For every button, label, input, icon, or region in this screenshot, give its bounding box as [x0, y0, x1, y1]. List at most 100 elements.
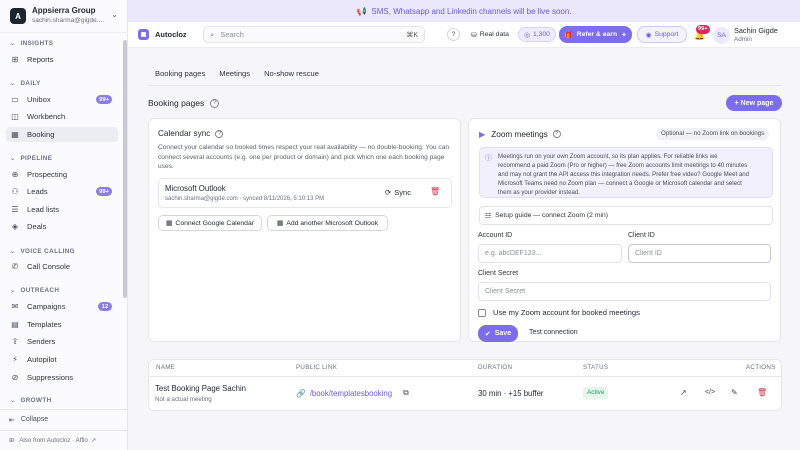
link-icon: 🔗: [296, 389, 306, 398]
row-duration: 30 min · +15 buffer: [478, 389, 544, 398]
chevron-down-icon: ⌄: [10, 41, 16, 47]
calendar-sync-card: Calendar sync ? Connect your calendar so…: [148, 118, 461, 342]
delete-icon[interactable]: 🗑: [430, 187, 440, 196]
info-icon[interactable]: ?: [215, 129, 224, 138]
column-header-name: NAME: [156, 364, 176, 371]
calendar-icon: ▦: [276, 220, 284, 227]
leads-badge: 99+: [96, 187, 112, 196]
sync-button[interactable]: ⟳ Sync: [385, 188, 411, 197]
chart-icon: ⊞: [11, 55, 19, 64]
client-id-label: Client ID: [628, 232, 655, 239]
check-circle-icon: ✔: [484, 330, 491, 338]
credits-pill[interactable]: ◎ 1,300: [518, 27, 556, 42]
section-pipeline[interactable]: ⌄ PIPELINE: [10, 155, 52, 162]
sidebar-item-deals[interactable]: ◈ Deals: [6, 219, 118, 234]
sidebar-item-label: Unibox: [27, 95, 51, 104]
sidebar-item-autopilot[interactable]: ⚡ Autopilot: [6, 352, 118, 367]
phone-icon: ✆: [11, 262, 19, 271]
open-external-icon[interactable]: ↗: [680, 388, 687, 397]
also-from-link[interactable]: ⊞ Also from Autocloz · Affio ↗: [0, 430, 128, 450]
use-zoom-checkbox-row[interactable]: Use my Zoom account for booked meetings: [478, 308, 640, 317]
workbench-icon: ◫: [11, 112, 19, 121]
search-input[interactable]: ⌕ Search ⌘K: [203, 26, 425, 43]
add-outlook-button[interactable]: ▦ Add another Microsoft Outlook: [267, 215, 388, 231]
sidebar-item-leads[interactable]: ⚇ Leads 99+: [6, 184, 118, 199]
workspace-switcher[interactable]: A Appsierra Group sachin.sharma@gigde...…: [6, 4, 122, 28]
calendar-sync-header: Calendar sync ?: [158, 129, 224, 138]
row-public-link[interactable]: 🔗/book/templatesbooking: [296, 389, 392, 398]
inbox-icon: ▭: [11, 95, 19, 104]
brand-name: Autocloz: [155, 30, 187, 39]
chevron-down-icon: ⌄: [10, 249, 16, 255]
prospecting-icon: ⊕: [11, 170, 19, 179]
section-growth[interactable]: ⌄ GROWTH: [10, 397, 52, 404]
autopilot-icon: ⚡: [12, 355, 18, 364]
test-connection-button[interactable]: Test connection: [529, 329, 578, 336]
tab-meetings[interactable]: Meetings: [212, 64, 257, 86]
section-voice-calling[interactable]: ⌄ VOICE CALLING: [10, 248, 75, 255]
section-daily[interactable]: ⌄ DAILY: [10, 80, 41, 87]
deals-icon: ◈: [11, 222, 19, 231]
sidebar-item-workbench[interactable]: ◫ Workbench: [6, 109, 118, 124]
chevron-updown-icon: ⌄: [111, 10, 118, 19]
chevron-down-icon: ⌄: [10, 156, 16, 162]
embed-code-icon[interactable]: </>: [705, 389, 715, 396]
coins-icon: ◎: [524, 31, 530, 39]
delete-icon[interactable]: 🗑: [757, 388, 767, 397]
zoom-title: Zoom meetings: [491, 129, 548, 139]
sidebar-item-booking[interactable]: ▦ Booking: [6, 127, 118, 142]
edit-icon[interactable]: ✎: [731, 388, 738, 397]
refer-earn-button[interactable]: 🎁 Refer & earn ✦: [559, 26, 632, 43]
help-button[interactable]: ?: [447, 28, 460, 41]
row-name[interactable]: Test Booking Page Sachin: [155, 384, 246, 393]
collapse-button[interactable]: ⇤ Collapse: [0, 409, 128, 429]
campaigns-badge: 12: [98, 302, 112, 311]
setup-guide-toggle[interactable]: ☷ Setup guide — connect Zoom (2 min): [479, 206, 773, 225]
sidebar-item-campaigns[interactable]: ✉ Campaigns 12: [6, 299, 118, 314]
sidebar-item-call-console[interactable]: ✆ Call Console: [6, 259, 118, 274]
template-icon: ▤: [11, 320, 19, 329]
use-zoom-label: Use my Zoom account for booked meetings: [493, 308, 640, 317]
save-button[interactable]: ✔ Save: [478, 325, 518, 342]
client-secret-input[interactable]: Client Secret: [478, 282, 771, 301]
section-insights[interactable]: ⌄ INSIGHTS: [10, 40, 53, 47]
sidebar-item-senders[interactable]: ⇪ Senders: [6, 334, 118, 349]
user-menu[interactable]: Sachin Gigde Admin: [734, 26, 778, 44]
users-icon: ⚇: [11, 187, 19, 196]
use-zoom-checkbox[interactable]: [478, 308, 486, 317]
avatar[interactable]: SA: [713, 27, 730, 44]
brand[interactable]: Autocloz: [138, 29, 187, 40]
user-name: Sachin Gigde: [734, 26, 778, 35]
calendar-sync-description: Connect your calendar so booked times re…: [158, 144, 450, 170]
info-icon[interactable]: ?: [552, 130, 561, 138]
sidebar-item-unibox[interactable]: ▭ Unibox 99+: [6, 92, 118, 107]
sidebar: A Appsierra Group sachin.sharma@gigde...…: [0, 0, 128, 450]
info-icon[interactable]: ?: [210, 98, 220, 108]
collapse-icon: ⇤: [9, 416, 15, 424]
copy-icon[interactable]: ⧉: [403, 388, 409, 398]
lifebuoy-icon: ◉: [645, 31, 652, 39]
account-id-label: Account ID: [478, 232, 513, 239]
real-data-toggle[interactable]: ⛁ Real data: [468, 27, 512, 42]
sidebar-item-templates[interactable]: ▤ Templates: [6, 317, 118, 332]
sidebar-item-prospecting[interactable]: ⊕ Prospecting: [6, 167, 118, 182]
sidebar-item-lead-lists[interactable]: ☰ Lead lists: [6, 202, 118, 217]
connect-google-button[interactable]: ▦ Connect Google Calendar: [158, 215, 262, 231]
tab-no-show-rescue[interactable]: No-show rescue: [257, 64, 326, 86]
sidebar-scrollbar[interactable]: [123, 40, 127, 298]
sidebar-item-reports[interactable]: ⊞ Reports: [6, 52, 118, 67]
zoom-info-text: Meetings run on your own Zoom account, s…: [498, 153, 750, 196]
grid-icon: ⊞: [9, 437, 15, 444]
sidebar-item-suppressions[interactable]: ⊘ Suppressions: [6, 370, 118, 385]
client-id-input[interactable]: Client ID: [628, 244, 771, 263]
new-page-button[interactable]: + New page: [726, 95, 782, 111]
sidebar-item-label: Call Console: [27, 262, 71, 271]
tab-booking-pages[interactable]: Booking pages: [148, 64, 213, 86]
support-button[interactable]: ◉ Support: [637, 26, 687, 43]
section-outreach[interactable]: ⌄ OUTREACH: [10, 287, 59, 294]
search-shortcut: ⌘K: [406, 31, 418, 39]
search-placeholder: Search: [220, 30, 244, 39]
status-badge: Active: [583, 387, 609, 399]
account-id-input[interactable]: e.g. abcDEF123...: [478, 244, 622, 263]
megaphone-icon: 📢: [356, 6, 367, 16]
